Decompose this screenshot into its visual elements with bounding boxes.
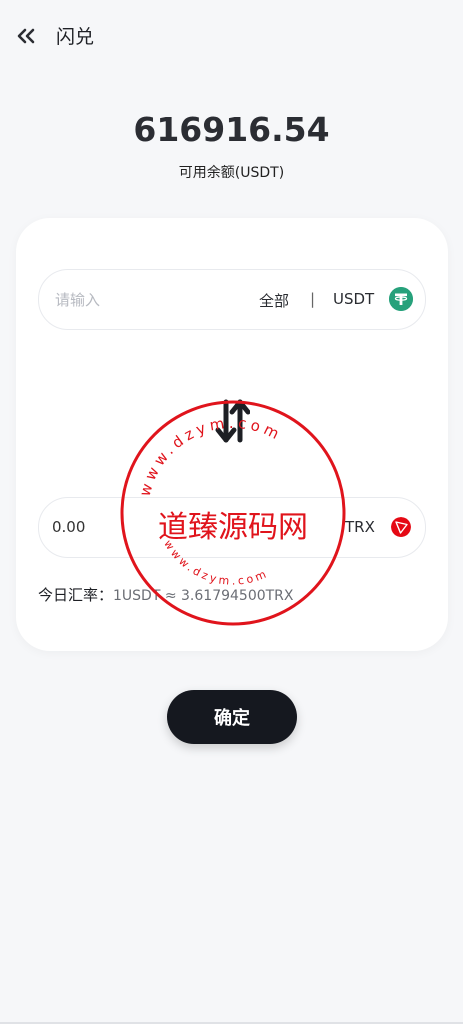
tron-icon (391, 517, 411, 537)
rate-label: 今日汇率： (38, 586, 114, 604)
swap-arrows-icon[interactable] (214, 396, 250, 446)
balance-label: 可用余额(USDT) (178, 165, 285, 181)
from-amount-row: 全部 | USDT (38, 269, 426, 330)
balance-amount: 616916.54 (133, 110, 330, 149)
usdt-icon (389, 287, 413, 311)
page-title: 闪兑 (56, 26, 95, 48)
to-amount-value: 0.00 (52, 518, 86, 536)
top-bar: 闪兑 (0, 0, 463, 70)
rate-value: 1USDT ≈ 3.61794500TRX (113, 588, 294, 604)
exchange-rate: 今日汇率：1USDT ≈ 3.61794500TRX (38, 584, 294, 605)
from-coin-label: USDT (333, 290, 375, 308)
divider: | (310, 290, 316, 308)
to-amount-row: 0.00 TRX (38, 497, 426, 558)
exchange-card: 全部 | USDT 0.00 TRX 今日汇率：1USDT ≈ 3.617945… (16, 218, 448, 651)
double-chevron-left-icon[interactable] (14, 24, 38, 48)
confirm-button[interactable]: 确定 (167, 690, 297, 744)
all-button[interactable]: 全部 (259, 290, 289, 311)
to-coin-label: TRX (345, 518, 375, 536)
from-amount-input[interactable] (53, 285, 237, 315)
